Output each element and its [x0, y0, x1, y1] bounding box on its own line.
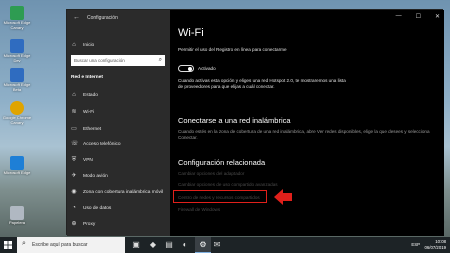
chrome-canary-icon — [10, 101, 24, 115]
hotspot-toggle[interactable] — [178, 65, 194, 72]
hotspot-icon: ◉ — [71, 189, 77, 195]
ethernet-icon: ▭ — [71, 126, 77, 132]
app-title: Configuración — [87, 15, 118, 21]
red-arrow-icon — [274, 189, 292, 205]
related-heading: Configuración relacionada — [178, 158, 266, 167]
edge-beta-icon — [10, 68, 24, 82]
nav-item-wifi[interactable]: ≋ Wi-Fi — [71, 109, 94, 115]
desktop-icon-chrome-canary[interactable]: Google Chrome Canary — [2, 101, 32, 125]
desktop-icon-edge[interactable]: Microsoft Edge — [2, 156, 32, 175]
vpn-icon: ⛨ — [71, 157, 77, 163]
desktop-icon-edge-dev[interactable]: Microsoft Edge Dev — [2, 39, 32, 63]
windows-start-icon[interactable] — [4, 241, 12, 249]
wireless-heading: Conectarse a una red inalámbrica — [178, 116, 291, 125]
edge-taskbar-icon[interactable]: ◆ — [148, 240, 158, 250]
link-firewall[interactable]: Firewall de Windows — [178, 207, 220, 212]
home-icon: ⌂ — [72, 42, 76, 48]
chrome-icon[interactable]: ◐ — [180, 240, 190, 250]
status-icon: ⌂ — [72, 92, 76, 98]
hotspot-online-signup-text: Permitir el uso del Registro en línea pa… — [178, 47, 287, 52]
nav-item-hotspot[interactable]: ◉ Zona con cobertura inalámbrica móvil — [71, 189, 163, 195]
nav-item-airplane[interactable]: ✈ Modo avión — [71, 173, 107, 179]
edge-dev-icon — [10, 39, 24, 53]
recycle-bin-icon — [10, 206, 24, 220]
title-bar: ← Configuración — [67, 10, 170, 27]
phone-icon: ☏ — [71, 141, 79, 147]
airplane-icon: ✈ — [71, 173, 77, 179]
taskbar: ⌕ Escribe aquí para buscar ▣ ◆ ▤ ◐ ✉ ⚙ E… — [0, 237, 450, 253]
window-controls: — ☐ ✕ — [396, 13, 440, 20]
hotspot-description: Cuando activas esta opción y eliges una … — [178, 78, 346, 89]
toggle-state-label: Activado — [198, 66, 216, 71]
search-icon: ⌕ — [158, 57, 162, 63]
nav-item-dialup[interactable]: ☏ Acceso telefónico — [71, 141, 121, 147]
settings-gear-icon[interactable]: ⚙ — [198, 240, 208, 250]
settings-nav-pane: ← Configuración ⌂ Inicio Buscar una conf… — [67, 10, 170, 236]
edge-canary-icon — [10, 6, 24, 20]
page-title: Wi-Fi — [178, 27, 204, 39]
nav-item-data-usage[interactable]: ◔ Uso de datos — [71, 205, 111, 211]
minimize-button[interactable]: — — [396, 13, 402, 20]
explorer-icon[interactable]: ▤ — [164, 240, 174, 250]
mail-icon[interactable]: ✉ — [212, 240, 222, 250]
desktop-icon-recycle[interactable]: Papelera — [2, 206, 32, 225]
data-usage-icon: ◔ — [72, 205, 76, 211]
nav-item-estado[interactable]: ⌂ Estado — [71, 92, 98, 98]
language-indicator[interactable]: ESP — [411, 242, 420, 247]
search-icon: ⌕ — [22, 240, 26, 247]
back-button[interactable]: ← — [73, 14, 80, 21]
link-advanced-sharing[interactable]: Cambiar opciones de uso compartido avanz… — [178, 182, 278, 187]
toggle-knob — [188, 67, 192, 71]
link-adapter-options[interactable]: Cambiar opciones del adaptador — [178, 171, 244, 176]
wifi-icon: ≋ — [71, 109, 77, 115]
wireless-help-text: Cuando estés en la zona de cobertura de … — [178, 129, 430, 140]
nav-section-title: Red e Internet — [71, 75, 103, 80]
close-button[interactable]: ✕ — [435, 13, 440, 20]
task-view-icon[interactable]: ▣ — [131, 240, 141, 250]
maximize-button[interactable]: ☐ — [416, 13, 421, 20]
nav-item-vpn[interactable]: ⛨ VPN — [71, 157, 93, 163]
nav-item-proxy[interactable]: ⊕ Proxy — [71, 221, 95, 227]
proxy-icon: ⊕ — [71, 221, 77, 227]
settings-search-input[interactable]: Buscar una configuración ⌕ — [71, 55, 165, 66]
desktop-icon-edge-beta[interactable]: Microsoft Edge Beta — [2, 68, 32, 92]
edge-icon — [10, 156, 24, 170]
clock[interactable]: 10:08 06/07/2019 — [424, 239, 446, 250]
nav-item-ethernet[interactable]: ▭ Ethernet — [71, 126, 101, 132]
desktop-icon-edge-canary[interactable]: Microsoft Edge Canary — [2, 6, 32, 30]
taskbar-search-box[interactable]: ⌕ Escribe aquí para buscar — [17, 237, 125, 253]
nav-home[interactable]: ⌂ Inicio — [71, 42, 94, 48]
highlight-box — [173, 190, 267, 203]
